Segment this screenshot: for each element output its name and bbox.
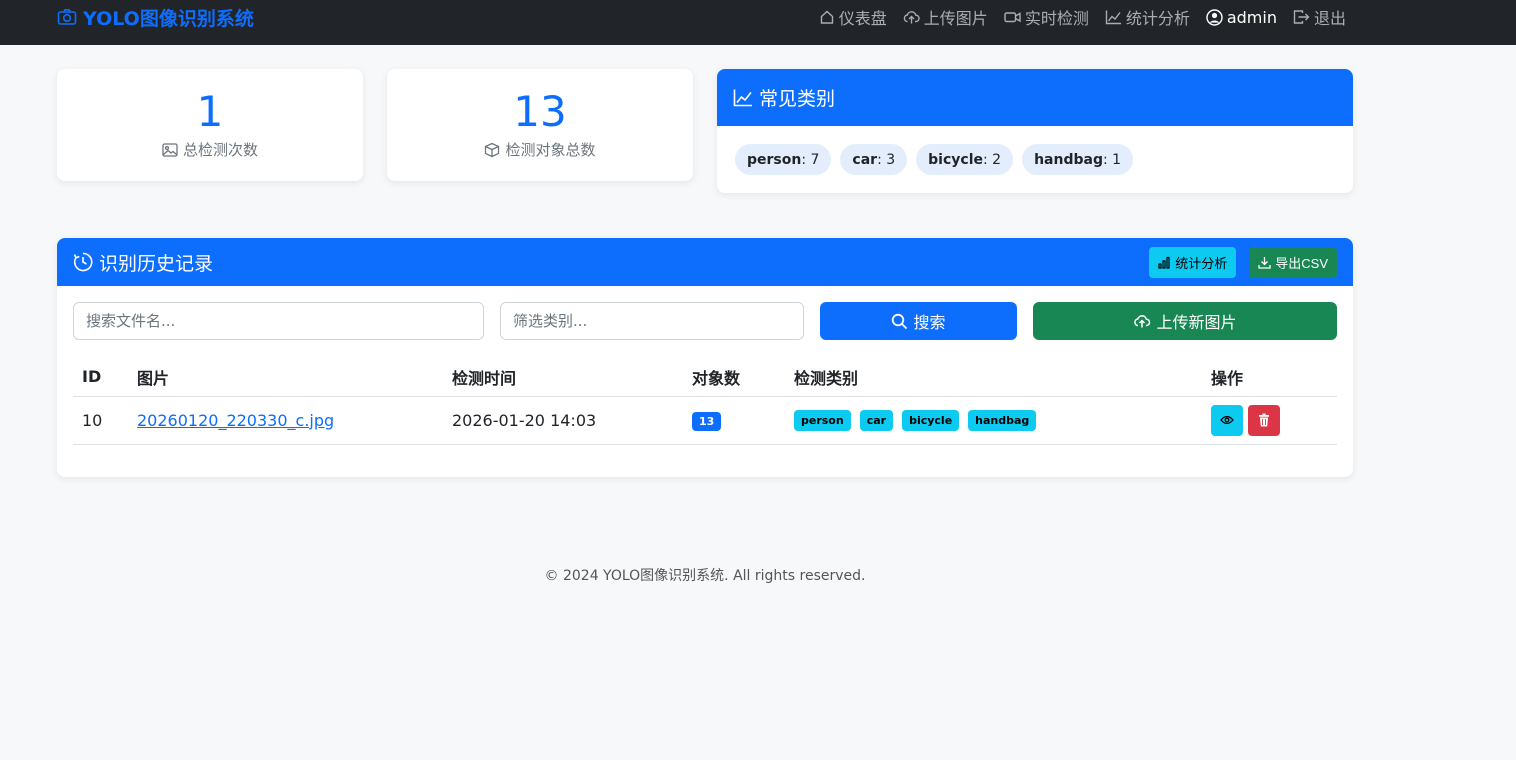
view-button[interactable] bbox=[1211, 404, 1243, 436]
history-header: 识别历史记录 统计分析 导出CSV bbox=[57, 238, 1353, 286]
common-categories-card: 常见类别 person: 7 car: 3 bicycle: 2 handbag… bbox=[717, 69, 1353, 193]
nav-upload[interactable]: 上传图片 bbox=[903, 5, 988, 29]
nav-links: 仪表盘 上传图片 实时检测 统计分析 admin 退出 bbox=[819, 5, 1346, 29]
brand-link[interactable]: YOLO图像识别系统 bbox=[57, 5, 254, 30]
history-table: ID 图片 检测时间 对象数 检测类别 操作 10 20260120_22033… bbox=[73, 358, 1337, 445]
search-button[interactable]: 搜索 bbox=[820, 302, 1017, 340]
nav-user-label: admin bbox=[1226, 7, 1277, 27]
column-header-actions: 操作 bbox=[1202, 358, 1337, 397]
class-tag: bicycle bbox=[902, 409, 960, 431]
person-circle-icon bbox=[1206, 8, 1223, 26]
search-filename-input[interactable] bbox=[73, 302, 484, 340]
class-tag: car bbox=[859, 409, 894, 431]
row-actions bbox=[1211, 404, 1328, 436]
nav-logout[interactable]: 退出 bbox=[1293, 5, 1346, 29]
category-pill: person: 7 bbox=[735, 144, 832, 175]
stat-card-total-objects: 13 检测对象总数 bbox=[387, 69, 693, 181]
nav-dashboard[interactable]: 仪表盘 bbox=[819, 5, 887, 29]
stat-card-total-detections: 1 总检测次数 bbox=[57, 69, 363, 181]
cell-count: 13 bbox=[683, 396, 785, 445]
stat-value: 13 bbox=[513, 87, 567, 136]
stats-analysis-label: 统计分析 bbox=[1175, 255, 1228, 271]
stats-analysis-button[interactable]: 统计分析 bbox=[1149, 246, 1237, 278]
cell-classes: person car bicycle handbag bbox=[785, 396, 1202, 445]
column-header-count: 对象数 bbox=[683, 358, 785, 397]
trash-icon bbox=[1258, 413, 1270, 427]
image-icon bbox=[162, 142, 178, 157]
eye-icon bbox=[1220, 415, 1234, 425]
top-navbar: YOLO图像识别系统 仪表盘 上传图片 实时检测 统计分析 admin 退出 bbox=[0, 0, 1516, 45]
cell-actions bbox=[1202, 396, 1337, 445]
graph-up-icon bbox=[733, 88, 753, 107]
nav-user[interactable]: admin bbox=[1206, 8, 1277, 27]
stat-label: 检测对象总数 bbox=[505, 141, 596, 159]
table-row: 10 20260120_220330_c.jpg 2026-01-20 14:0… bbox=[73, 396, 1337, 445]
nav-logout-label: 退出 bbox=[1313, 9, 1346, 28]
clock-history-icon bbox=[73, 252, 93, 272]
export-csv-button[interactable]: 导出CSV bbox=[1249, 246, 1337, 278]
category-pill: bicycle: 2 bbox=[916, 144, 1014, 175]
export-csv-label: 导出CSV bbox=[1275, 255, 1328, 271]
brand-title: YOLO图像识别系统 bbox=[83, 7, 254, 30]
stat-label-row: 检测对象总数 bbox=[387, 139, 693, 160]
filter-category-input[interactable] bbox=[500, 302, 804, 340]
cloud-upload-icon bbox=[903, 9, 920, 25]
history-title-row: 识别历史记录 bbox=[73, 249, 213, 276]
stat-label: 总检测次数 bbox=[182, 141, 258, 159]
nav-dashboard-label: 仪表盘 bbox=[838, 9, 887, 28]
category-pill: car: 3 bbox=[840, 144, 908, 175]
footer-text: © 2024 YOLO图像识别系统. All rights reserved. bbox=[544, 568, 866, 584]
history-header-buttons: 统计分析 导出CSV bbox=[1149, 246, 1337, 278]
image-link[interactable]: 20260120_220330_c.jpg bbox=[137, 411, 334, 430]
cloud-upload-icon bbox=[1133, 313, 1151, 329]
stat-value: 1 bbox=[196, 87, 224, 136]
upload-new-image-label: 上传新图片 bbox=[1156, 313, 1237, 332]
upload-new-image-button[interactable]: 上传新图片 bbox=[1033, 302, 1337, 340]
history-title: 识别历史记录 bbox=[99, 252, 214, 275]
camera-icon bbox=[57, 8, 77, 26]
table-header-row: ID 图片 检测时间 对象数 检测类别 操作 bbox=[73, 358, 1337, 397]
history-card: 识别历史记录 统计分析 导出CSV 搜索 上传新图片 ID bbox=[57, 238, 1353, 477]
nav-upload-label: 上传图片 bbox=[923, 9, 988, 28]
bar-chart-icon bbox=[1158, 256, 1171, 269]
nav-realtime[interactable]: 实时检测 bbox=[1004, 5, 1089, 29]
search-icon bbox=[891, 313, 908, 330]
cell-id: 10 bbox=[73, 396, 128, 445]
nav-realtime-label: 实时检测 bbox=[1024, 9, 1089, 28]
graph-up-icon bbox=[1105, 9, 1122, 25]
object-count-badge: 13 bbox=[692, 411, 722, 431]
box-arrow-right-icon bbox=[1293, 9, 1310, 25]
box-icon bbox=[484, 142, 500, 158]
camera-video-icon bbox=[1004, 9, 1021, 25]
delete-button[interactable] bbox=[1248, 404, 1280, 436]
categories-title: 常见类别 bbox=[759, 88, 836, 110]
category-pills: person: 7 car: 3 bicycle: 2 handbag: 1 bbox=[717, 126, 1353, 175]
nav-stats-label: 统计分析 bbox=[1125, 9, 1190, 28]
download-icon bbox=[1258, 256, 1271, 269]
nav-stats[interactable]: 统计分析 bbox=[1105, 5, 1190, 29]
column-header-image: 图片 bbox=[128, 358, 443, 397]
class-tag: handbag bbox=[968, 409, 1037, 431]
house-icon bbox=[819, 9, 835, 25]
category-pill: handbag: 1 bbox=[1022, 144, 1134, 175]
column-header-classes: 检测类别 bbox=[785, 358, 1202, 397]
class-tag: person bbox=[794, 409, 851, 431]
search-button-label: 搜索 bbox=[913, 313, 946, 332]
stat-label-row: 总检测次数 bbox=[57, 139, 363, 160]
cell-time: 2026-01-20 14:03 bbox=[443, 396, 683, 445]
cell-image: 20260120_220330_c.jpg bbox=[128, 396, 443, 445]
column-header-id: ID bbox=[73, 358, 128, 397]
column-header-time: 检测时间 bbox=[443, 358, 683, 397]
class-tags: person car bicycle handbag bbox=[794, 409, 1193, 431]
categories-header: 常见类别 bbox=[717, 69, 1353, 126]
